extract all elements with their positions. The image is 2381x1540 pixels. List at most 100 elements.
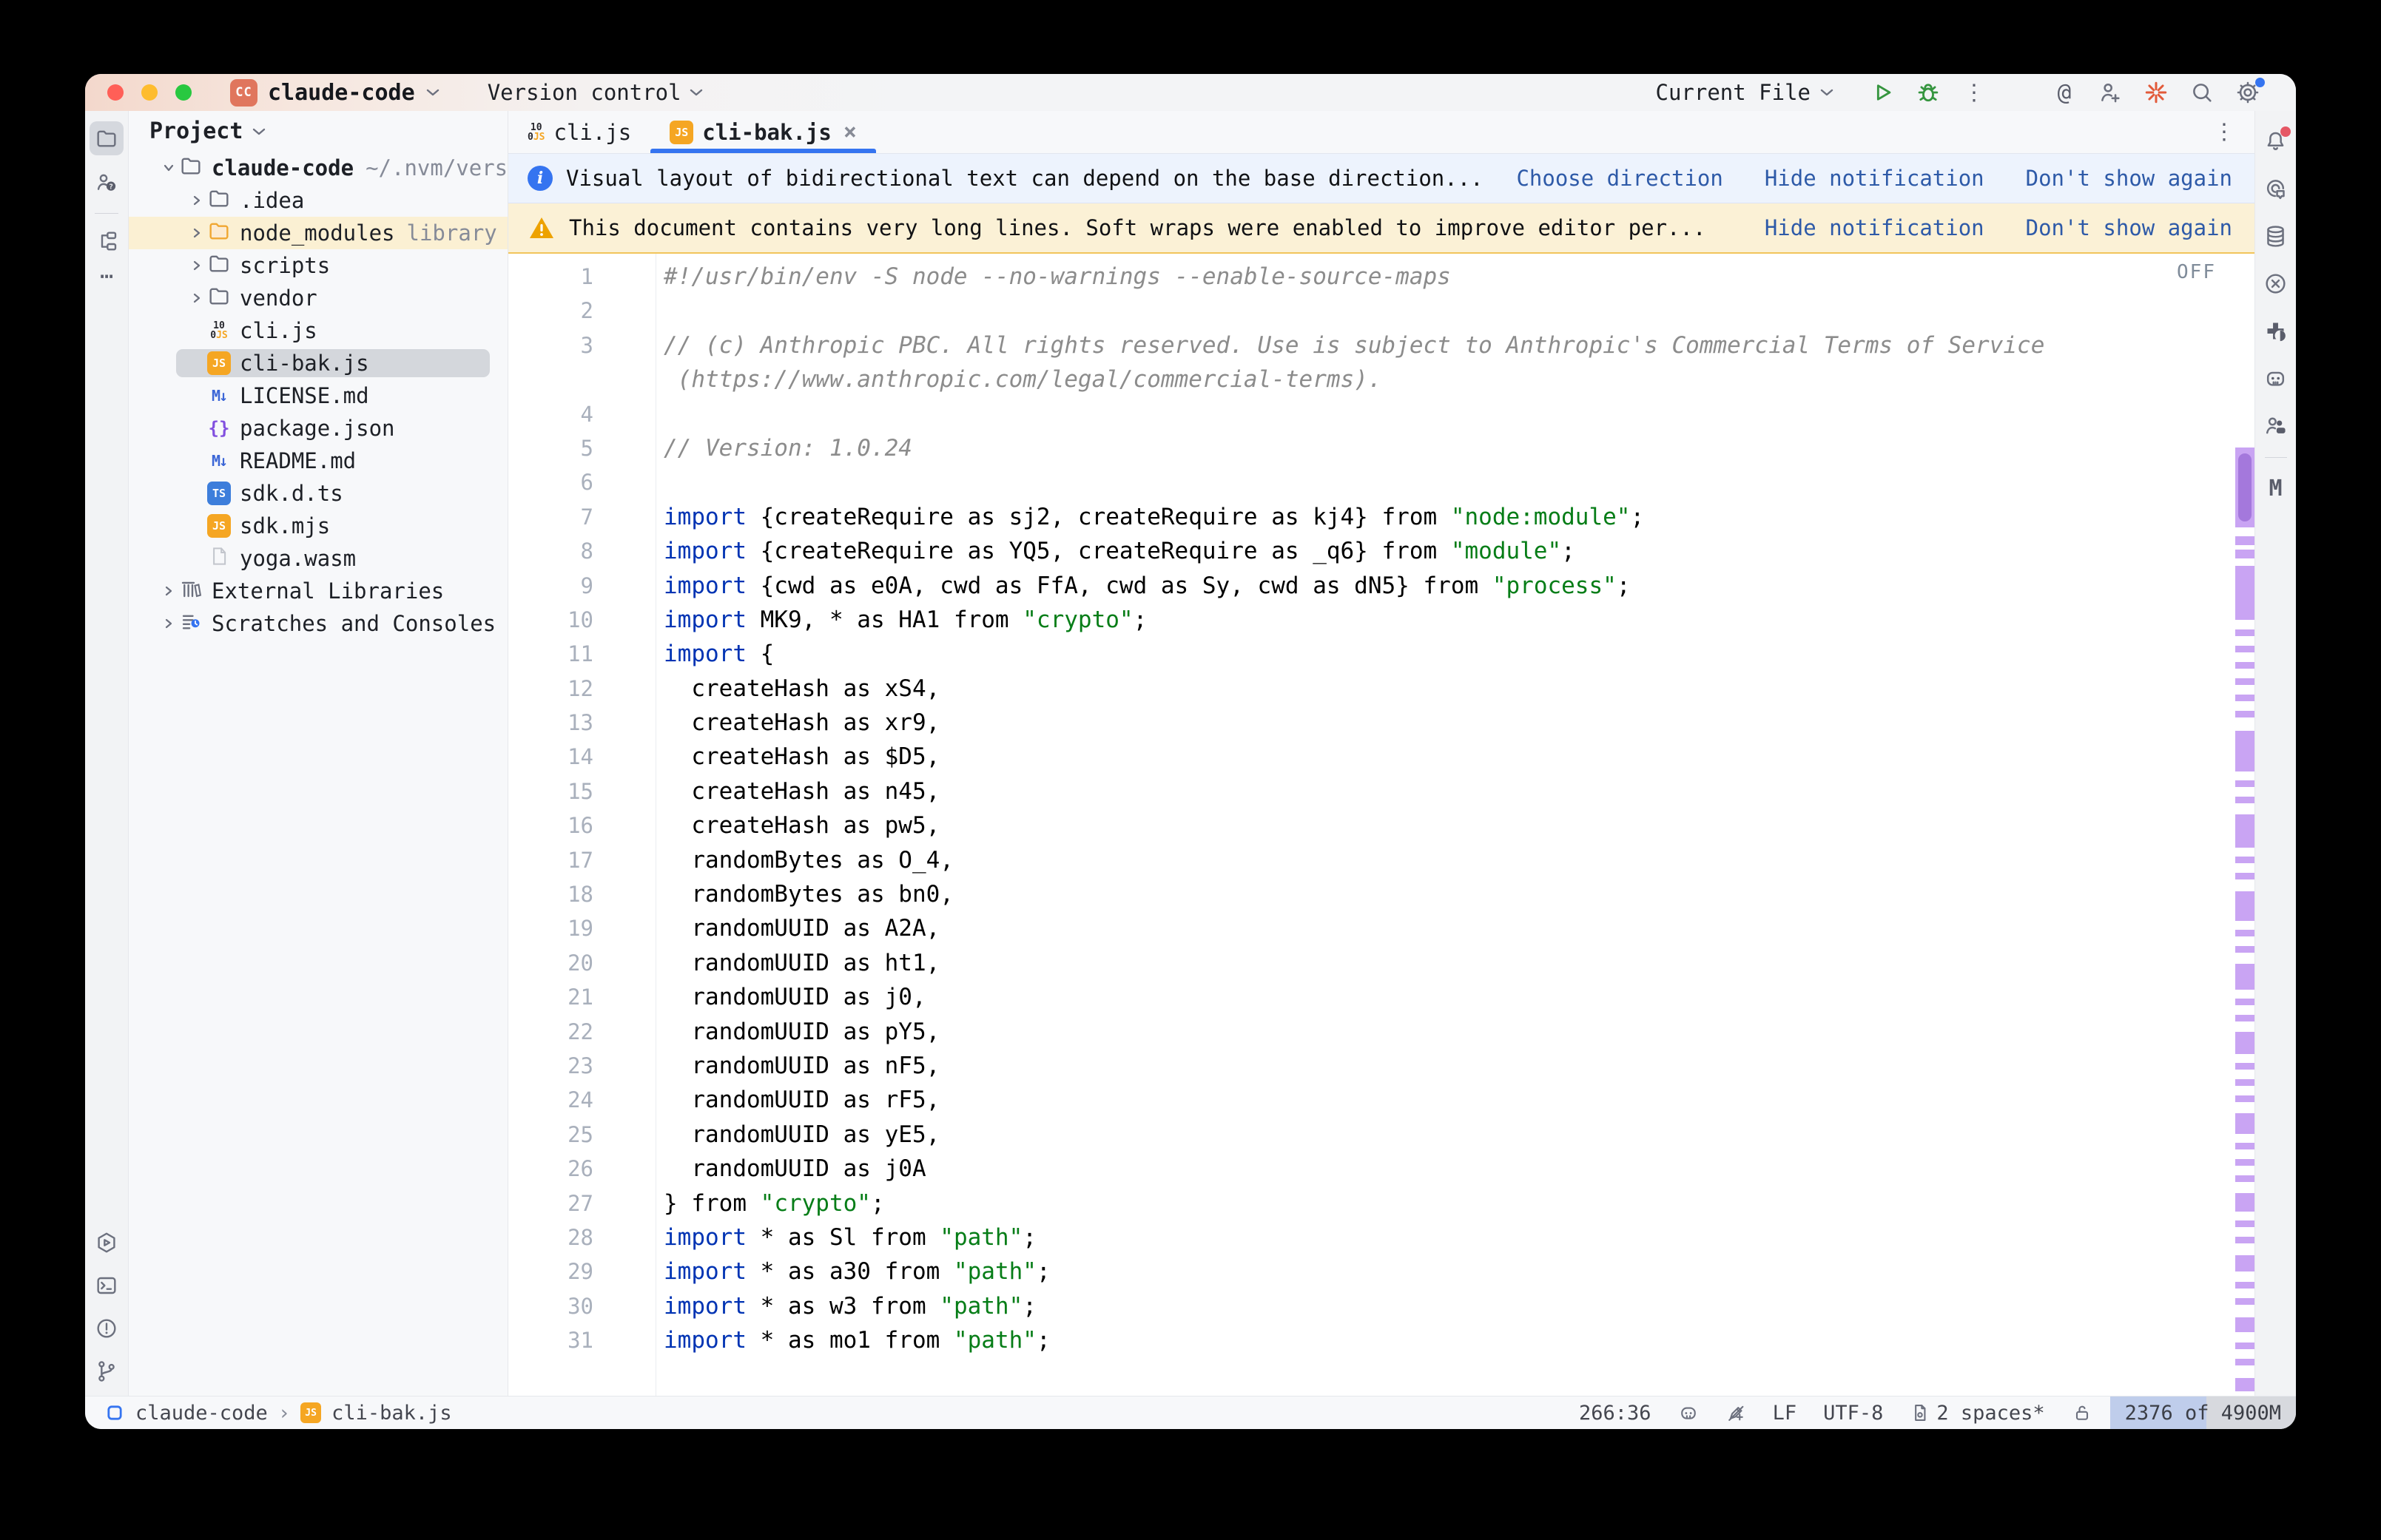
code-line[interactable]: 27} from "crypto"; — [508, 1186, 2235, 1220]
settings-button[interactable] — [2225, 76, 2271, 109]
chevron-right-icon[interactable] — [188, 291, 206, 305]
memory-indicator[interactable]: 2376 of 4900M — [2110, 1397, 2296, 1429]
tree-item-readme-md[interactable]: M↓README.md — [129, 445, 508, 477]
line-number[interactable]: 6 — [508, 465, 656, 499]
line-number[interactable]: 9 — [508, 569, 656, 603]
services-tool-button[interactable] — [90, 1226, 124, 1260]
problems-tool-button[interactable] — [90, 1311, 124, 1345]
x-plugin-button[interactable] — [2259, 266, 2293, 300]
run-button[interactable] — [1859, 76, 1905, 109]
chevron-right-icon[interactable] — [160, 584, 178, 598]
code-line[interactable]: 13 createHash as xr9, — [508, 706, 2235, 740]
code-line[interactable]: 1#!/usr/bin/env -S node --no-warnings --… — [508, 260, 2235, 294]
error-stripe-scrollbar[interactable] — [2235, 254, 2254, 1396]
database-button[interactable] — [2259, 219, 2293, 253]
tree-item-yoga-wasm[interactable]: yoga.wasm — [129, 542, 508, 575]
line-number[interactable]: 7 — [508, 500, 656, 534]
add-user-button[interactable] — [2087, 76, 2133, 109]
code-line[interactable]: 25 randomUUID as yE5, — [508, 1118, 2235, 1152]
tree-item-scratches-and-consoles[interactable]: Scratches and Consoles — [129, 607, 508, 640]
ai-assistant-button[interactable] — [2259, 172, 2293, 206]
line-number[interactable]: 15 — [508, 774, 656, 808]
readonly-toggle[interactable] — [2058, 1397, 2106, 1429]
code-with-me-button[interactable] — [2259, 408, 2293, 442]
zoom-window-button[interactable] — [175, 84, 192, 101]
project-tool-button[interactable] — [90, 121, 124, 155]
code-line[interactable]: 20 randomUUID as ht1, — [508, 946, 2235, 980]
code-line[interactable]: 19 randomUUID as A2A, — [508, 911, 2235, 945]
tree-item-cli-js[interactable]: 100JScli.js — [129, 314, 508, 347]
more-tool-windows-button[interactable]: ⋯ — [100, 266, 113, 288]
breadcrumb-project[interactable]: claude-code — [135, 1402, 268, 1425]
choose-direction-link[interactable]: Choose direction — [1516, 166, 1722, 191]
line-number[interactable]: 3 — [508, 328, 656, 362]
hide-notification-link[interactable]: Hide notification — [1765, 166, 1984, 191]
code-editor[interactable]: 1#!/usr/bin/env -S node --no-warnings --… — [508, 254, 2254, 1396]
tree-item--idea[interactable]: .idea — [129, 184, 508, 217]
code-line[interactable]: 3// (c) Anthropic PBC. All rights reserv… — [508, 328, 2235, 362]
code-line[interactable]: 21 randomUUID as j0, — [508, 980, 2235, 1014]
line-number[interactable]: 25 — [508, 1118, 656, 1152]
debug-button[interactable] — [1905, 76, 1951, 109]
line-number[interactable]: 19 — [508, 911, 656, 945]
search-everywhere-button[interactable] — [2179, 76, 2225, 109]
line-number[interactable]: 20 — [508, 946, 656, 980]
code-line[interactable]: 31import * as mo1 from "path"; — [508, 1323, 2235, 1357]
code-line[interactable]: 11import { — [508, 637, 2235, 671]
line-number[interactable]: 31 — [508, 1323, 656, 1357]
code-line[interactable]: 4 — [508, 397, 2235, 431]
tab-cli-bak-js[interactable]: JS cli-bak.js × — [650, 111, 876, 153]
code-line[interactable]: 26 randomUUID as j0A — [508, 1152, 2235, 1186]
notifications-button[interactable] — [2259, 124, 2293, 158]
line-number[interactable]: 2 — [508, 294, 656, 328]
line-number[interactable]: 22 — [508, 1015, 656, 1049]
code-line[interactable]: 15 createHash as n45, — [508, 774, 2235, 808]
line-number[interactable]: 13 — [508, 706, 656, 740]
chevron-right-icon[interactable] — [188, 258, 206, 273]
git-tool-button[interactable] — [90, 1354, 124, 1388]
tab-cli-js[interactable]: 100JS cli.js — [508, 111, 650, 153]
code-line[interactable]: 9import {cwd as e0A, cwd as FfA, cwd as … — [508, 569, 2235, 603]
more-run-actions-button[interactable]: ⋮ — [1951, 76, 1997, 109]
dont-show-again-link[interactable]: Don't show again — [2026, 215, 2232, 240]
line-number[interactable]: 26 — [508, 1152, 656, 1186]
minimize-window-button[interactable] — [141, 84, 158, 101]
robot-plugin-button[interactable] — [2259, 361, 2293, 395]
hide-notification-link[interactable]: Hide notification — [1765, 215, 1984, 240]
code-line[interactable]: 24 randomUUID as rF5, — [508, 1083, 2235, 1117]
line-number[interactable]: 12 — [508, 672, 656, 706]
code-line[interactable]: 5// Version: 1.0.24 — [508, 431, 2235, 465]
chevron-right-icon[interactable] — [160, 616, 178, 631]
code-line[interactable]: 8import {createRequire as YQ5, createReq… — [508, 534, 2235, 568]
code-line[interactable]: 6 — [508, 465, 2235, 499]
code-line[interactable]: 7import {createRequire as sj2, createReq… — [508, 500, 2235, 534]
code-line[interactable]: 17 randomBytes as O_4, — [508, 843, 2235, 877]
tree-item-scripts[interactable]: scripts — [129, 249, 508, 282]
tree-item-sdk-d-ts[interactable]: TSsdk.d.ts — [129, 477, 508, 510]
line-number[interactable]: 4 — [508, 397, 656, 431]
tree-item-node-modules[interactable]: node_moduleslibrary — [129, 217, 508, 249]
cursor-position[interactable]: 266:36 — [1566, 1397, 1665, 1429]
code-line[interactable]: 10import MK9, * as HA1 from "crypto"; — [508, 603, 2235, 637]
structure-tool-button[interactable] — [90, 224, 124, 258]
breadcrumb-file[interactable]: cli-bak.js — [331, 1402, 452, 1425]
tree-item-claude-code[interactable]: claude-code~/.nvm/vers — [129, 152, 508, 184]
version-control-menu[interactable]: Version control — [488, 80, 704, 105]
plugin-spark-button[interactable] — [2133, 76, 2179, 109]
line-number[interactable]: 30 — [508, 1289, 656, 1323]
code-line[interactable]: 12 createHash as xS4, — [508, 672, 2235, 706]
line-number[interactable]: 23 — [508, 1049, 656, 1083]
run-configuration-selector[interactable]: Current File — [1655, 80, 1834, 105]
breadcrumb[interactable]: claude-code › JS cli-bak.js — [104, 1402, 452, 1425]
line-number[interactable]: 28 — [508, 1220, 656, 1254]
chevron-down-icon[interactable] — [160, 161, 178, 175]
tree-item-license-md[interactable]: M↓LICENSE.md — [129, 379, 508, 412]
code-line[interactable]: 16 createHash as pw5, — [508, 808, 2235, 842]
line-number[interactable]: 1 — [508, 260, 656, 294]
code-line[interactable]: 2 — [508, 294, 2235, 328]
code-line[interactable]: 29import * as a30 from "path"; — [508, 1254, 2235, 1289]
line-number[interactable]: 27 — [508, 1186, 656, 1220]
code-line[interactable]: 14 createHash as $D5, — [508, 740, 2235, 774]
tree-item-sdk-mjs[interactable]: JSsdk.mjs — [129, 510, 508, 542]
line-number[interactable]: 29 — [508, 1254, 656, 1289]
